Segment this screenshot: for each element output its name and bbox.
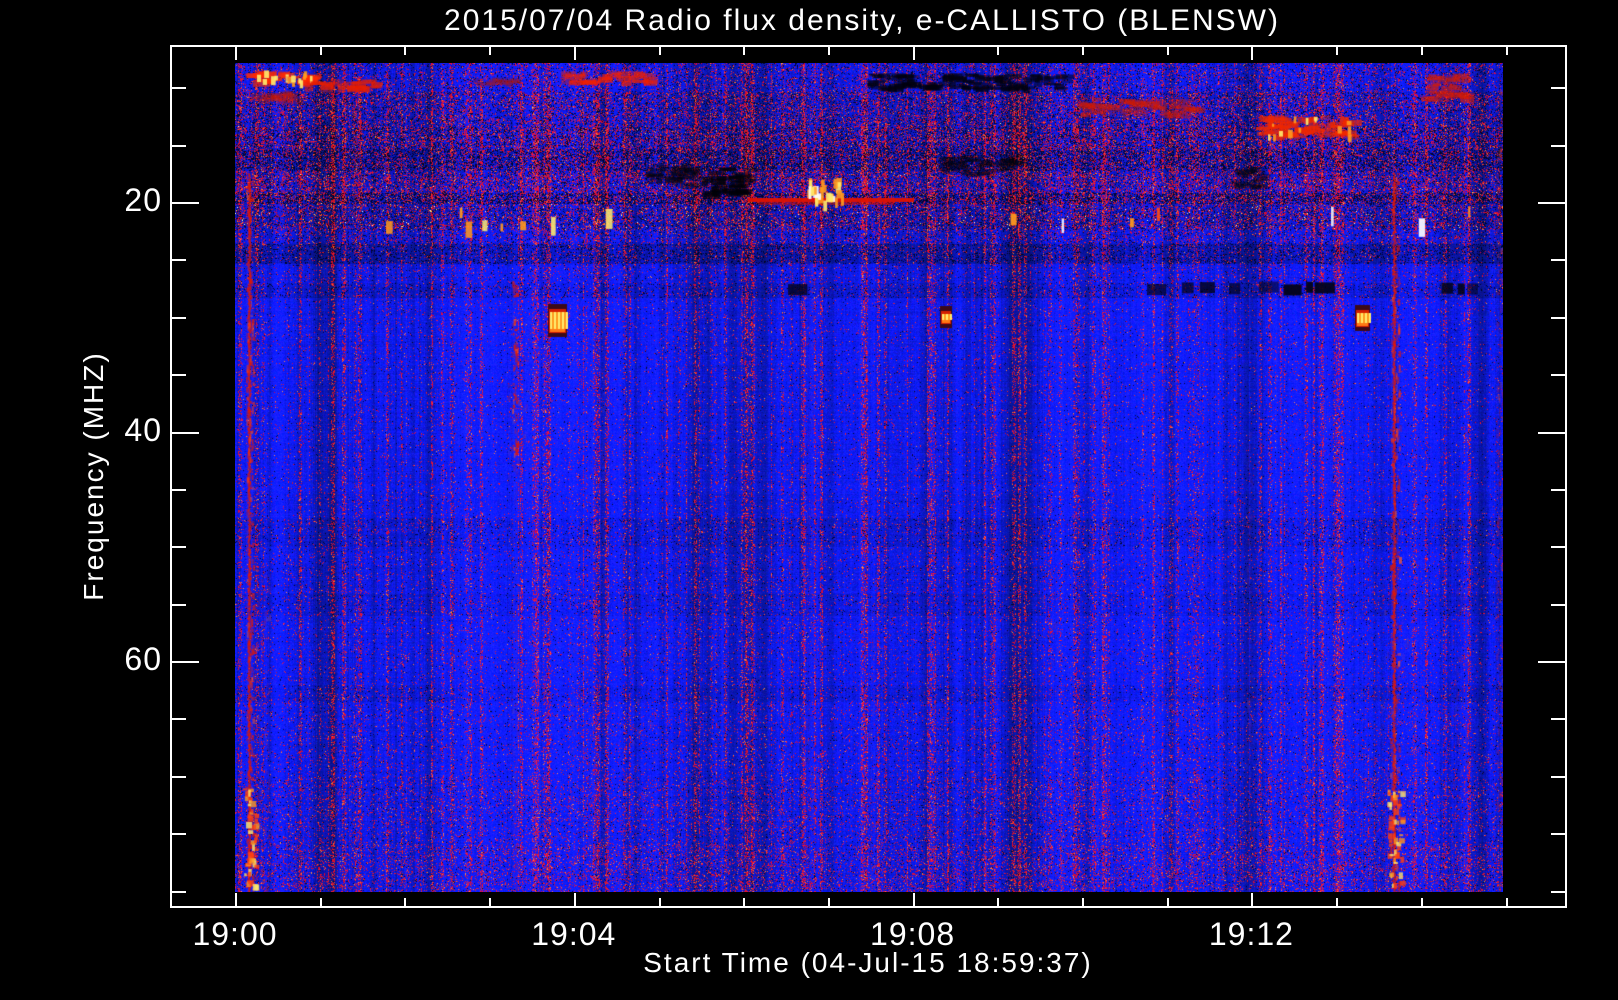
y-axis-title: Frequency (MHZ) [78,351,109,601]
spectrogram-page: 2015/07/04 Radio flux density, e-CALLIST… [0,0,1618,1000]
axis-tick [320,47,322,55]
axis-tick [828,898,830,906]
axis-tick [172,661,199,663]
x-tick-label: 19:04 [531,916,617,952]
x-tick-label: 19:00 [192,916,278,952]
axis-tick [1551,833,1565,835]
axis-tick [1551,374,1565,376]
axis-tick [172,202,199,204]
axis-tick [574,47,576,60]
axis-tick [1421,47,1423,55]
axis-tick [1082,47,1084,55]
axis-tick [235,893,237,906]
x-tick-label: 19:12 [1208,916,1294,952]
axis-tick [1551,891,1565,893]
axis-tick [172,604,186,606]
axis-tick [997,898,999,906]
page-title: 2015/07/04 Radio flux density, e-CALLIST… [444,4,1280,37]
axis-tick [1336,47,1338,55]
axis-tick [172,546,186,548]
axis-tick [1251,893,1253,906]
axis-tick [1551,317,1565,319]
axis-tick [404,47,406,55]
spectrogram-canvas [235,63,1503,892]
axis-tick [1421,898,1423,906]
axis-tick [1551,604,1565,606]
axis-tick [1506,47,1508,55]
axis-tick [997,47,999,55]
axis-tick [574,893,576,906]
axis-tick [659,898,661,906]
axis-tick [743,898,745,906]
axis-tick [1551,776,1565,778]
axis-tick [828,47,830,55]
axis-tick [172,317,186,319]
axis-tick [172,718,186,720]
axis-tick [172,259,186,261]
axis-tick [913,47,915,60]
axis-tick [172,891,186,893]
axis-tick [172,87,186,89]
axis-tick [1551,718,1565,720]
axis-tick [913,893,915,906]
axis-tick [404,898,406,906]
axis-tick [320,898,322,906]
axis-tick [235,47,237,60]
axis-tick [489,898,491,906]
axis-tick [1167,898,1169,906]
axis-tick [1506,898,1508,906]
axis-tick [1538,661,1565,663]
axis-tick [172,145,186,147]
axis-tick [1551,87,1565,89]
axis-tick [172,374,186,376]
axis-tick [1551,546,1565,548]
axis-tick [172,833,186,835]
axis-tick [1551,259,1565,261]
axis-tick [1551,489,1565,491]
axis-tick [743,47,745,55]
axis-tick [1538,202,1565,204]
axis-tick [1167,47,1169,55]
x-axis-title: Start Time (04-Jul-15 18:59:37) [643,947,1093,978]
y-tick-label: 20 [124,182,162,218]
axis-tick [1251,47,1253,60]
axis-tick [1336,898,1338,906]
axis-tick [1551,145,1565,147]
axis-tick [659,47,661,55]
y-tick-label: 60 [124,641,162,677]
axis-tick [489,47,491,55]
axis-tick [172,489,186,491]
axis-tick [172,432,199,434]
axis-tick [172,776,186,778]
axis-tick [1538,432,1565,434]
axis-tick [1082,898,1084,906]
